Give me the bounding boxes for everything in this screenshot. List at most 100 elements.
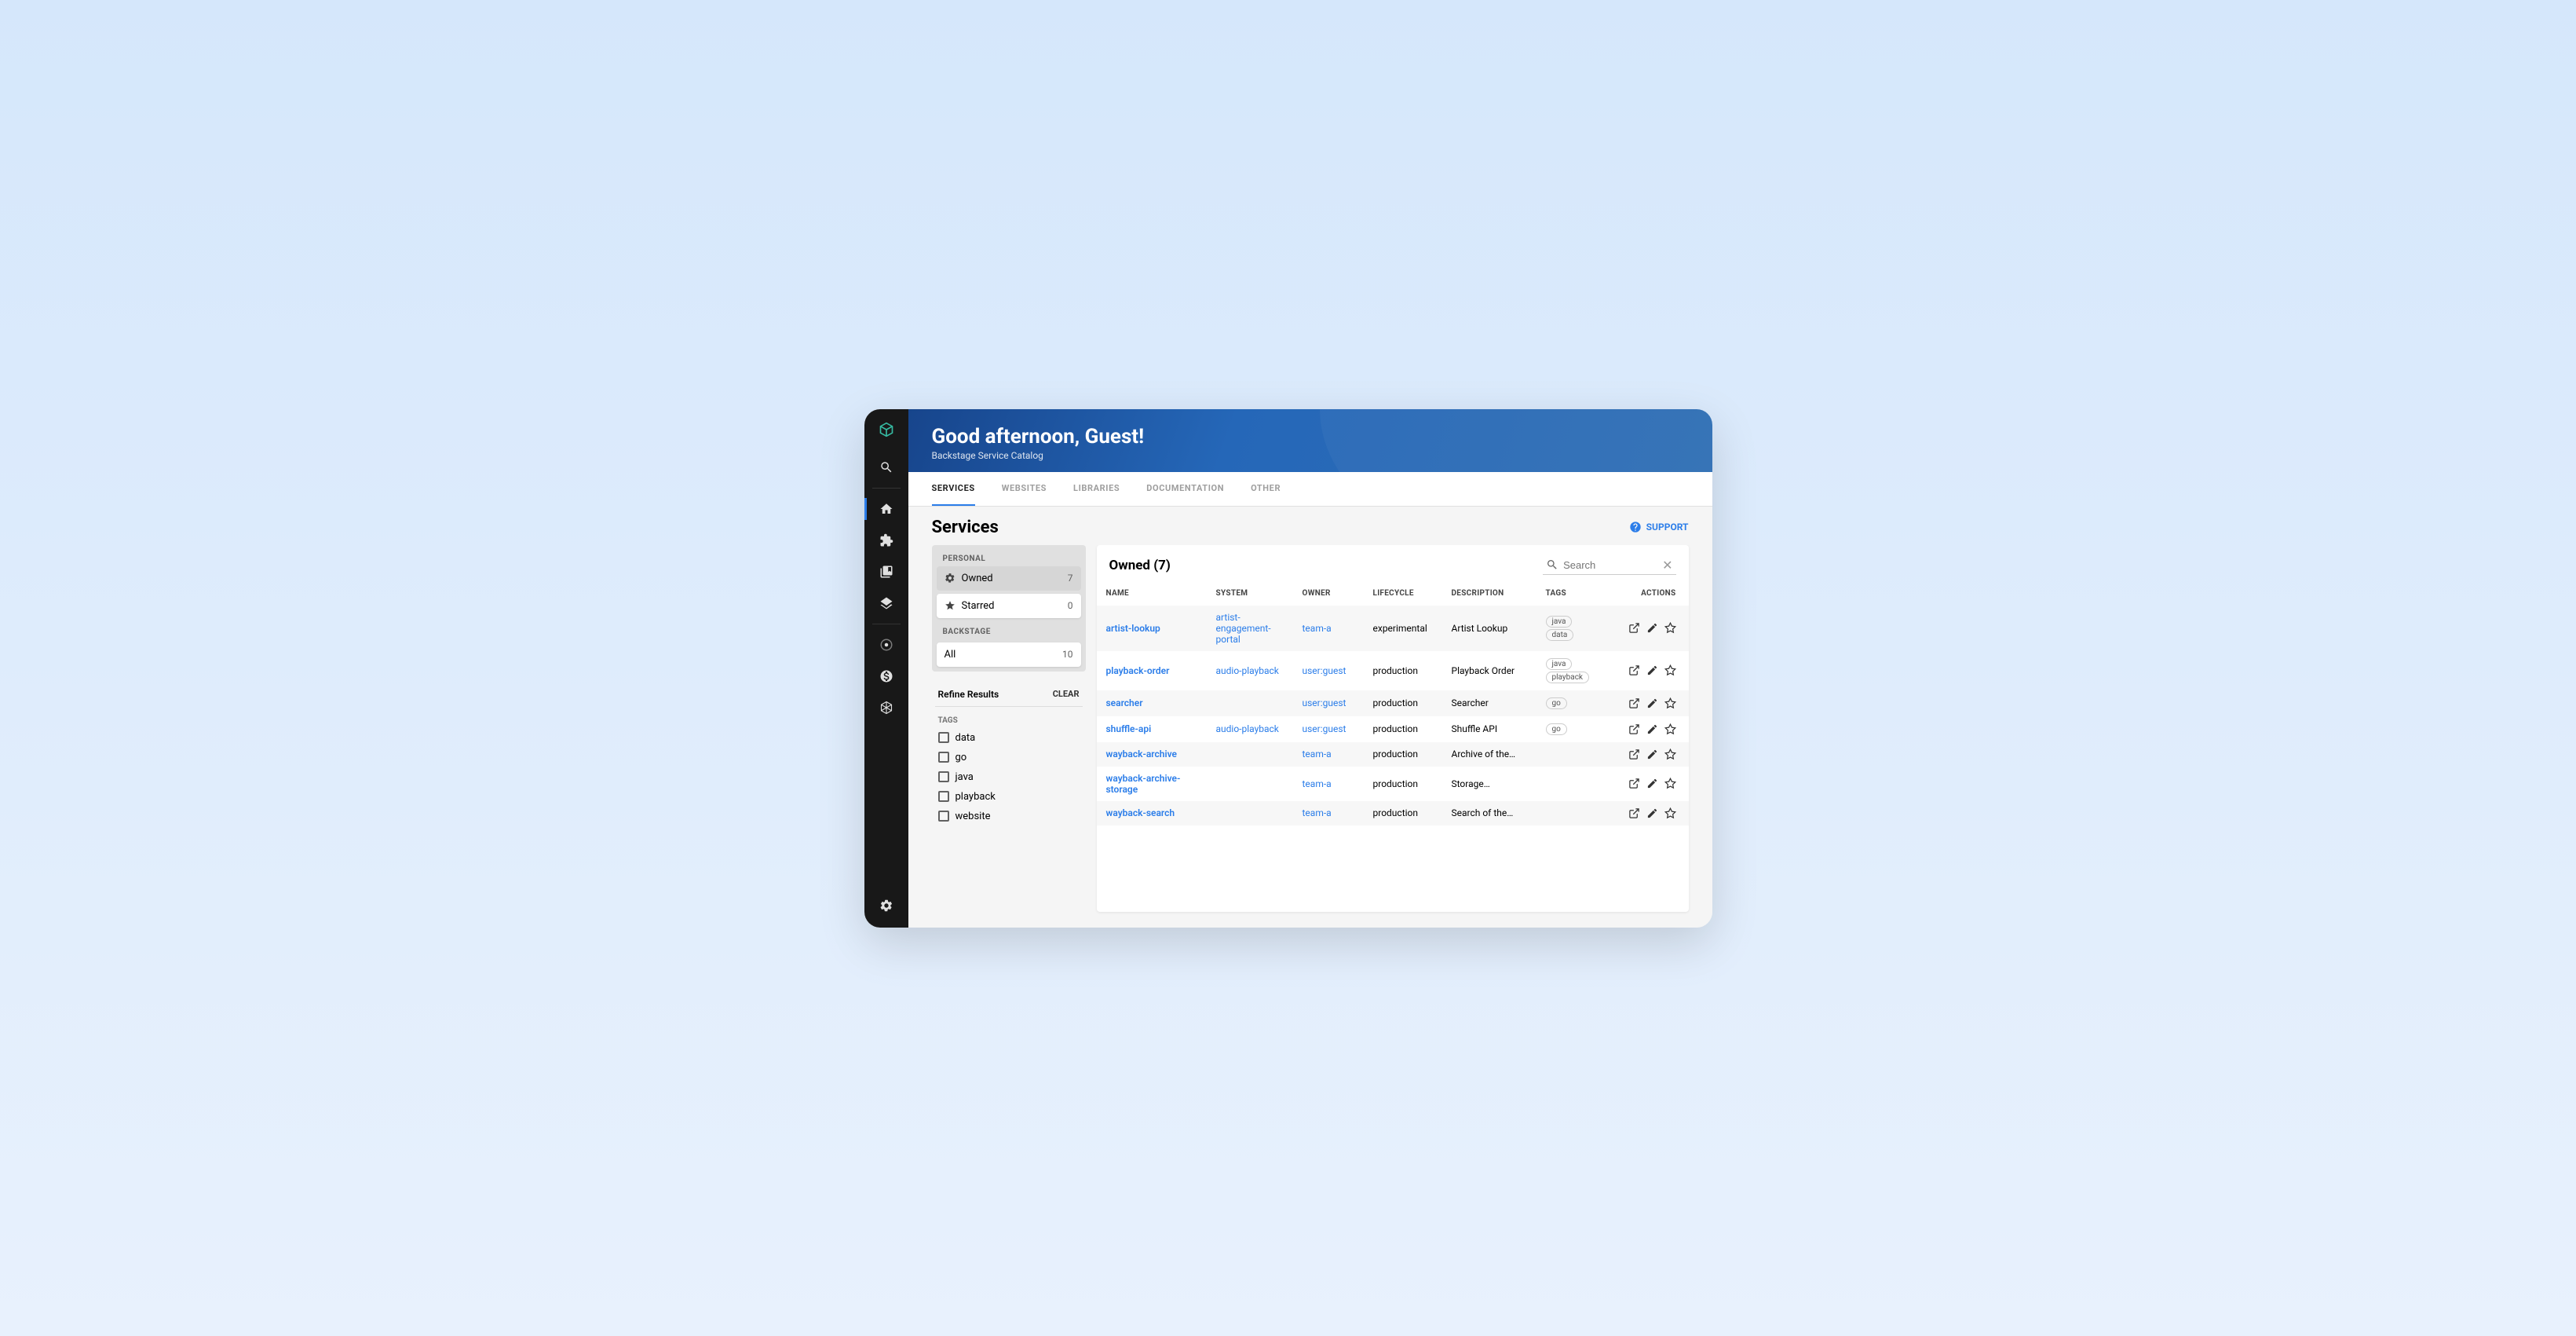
owner-link[interactable]: user:guest (1303, 723, 1346, 734)
table-row: wayback-archiveteam-aproductionArchive o… (1097, 742, 1689, 767)
tag-filter-website[interactable]: website (935, 807, 1083, 826)
settings-icon[interactable] (864, 890, 908, 921)
library-icon[interactable] (864, 556, 908, 587)
edit-icon[interactable] (1646, 697, 1658, 709)
open-icon[interactable] (1628, 622, 1640, 634)
open-icon[interactable] (1628, 807, 1640, 819)
col-description[interactable]: DESCRIPTION (1442, 581, 1536, 606)
star-icon[interactable] (1664, 697, 1676, 709)
owner-link[interactable]: team-a (1303, 807, 1332, 818)
content-header: Services SUPPORT (908, 507, 1712, 545)
extension-icon[interactable] (864, 525, 908, 556)
edit-icon[interactable] (1646, 749, 1658, 760)
lifecycle-value: production (1364, 801, 1442, 825)
support-link[interactable]: SUPPORT (1629, 521, 1689, 533)
star-icon[interactable] (1664, 807, 1676, 819)
main-area: Good afternoon, Guest! Backstage Service… (908, 409, 1712, 928)
tag-pill: java (1546, 658, 1573, 670)
system-link[interactable]: artist-engagement-portal (1216, 612, 1271, 645)
service-name-link[interactable]: searcher (1106, 697, 1143, 708)
col-lifecycle[interactable]: LIFECYCLE (1364, 581, 1442, 606)
edit-icon[interactable] (1646, 664, 1658, 676)
service-name-link[interactable]: artist-lookup (1106, 623, 1160, 634)
page-header: Good afternoon, Guest! Backstage Service… (908, 409, 1712, 472)
actions-cell (1608, 723, 1675, 735)
owner-link[interactable]: team-a (1303, 778, 1332, 789)
clear-button[interactable]: CLEAR (1053, 689, 1080, 699)
star-icon[interactable] (1664, 622, 1676, 634)
owner-link[interactable]: user:guest (1303, 697, 1346, 708)
tab-documentation[interactable]: DOCUMENTATION (1146, 472, 1224, 506)
tag-filter-java[interactable]: java (935, 767, 1083, 787)
tab-other[interactable]: OTHER (1251, 472, 1281, 506)
col-actions: ACTIONS (1599, 581, 1688, 606)
edit-icon[interactable] (1646, 807, 1658, 819)
tag-label: go (955, 752, 967, 763)
table-search[interactable]: ✕ (1543, 556, 1675, 575)
lifecycle-value: production (1364, 651, 1442, 690)
star-icon[interactable] (1664, 778, 1676, 789)
service-name-link[interactable]: wayback-archive (1106, 749, 1177, 760)
search-icon[interactable] (864, 452, 908, 483)
tag-filter-go[interactable]: go (935, 748, 1083, 767)
starred-count: 0 (1068, 600, 1073, 611)
star-icon[interactable] (1664, 723, 1676, 735)
gps-icon[interactable] (864, 629, 908, 661)
owner-link[interactable]: user:guest (1303, 665, 1346, 676)
service-name-link[interactable]: playback-order (1106, 665, 1170, 676)
owner-link[interactable]: team-a (1303, 623, 1332, 634)
open-icon[interactable] (1628, 778, 1640, 789)
table-row: wayback-searchteam-aproductionSearch of … (1097, 801, 1689, 825)
col-tags[interactable]: TAGS (1536, 581, 1599, 606)
owner-link[interactable]: team-a (1303, 749, 1332, 760)
home-icon[interactable] (864, 493, 908, 525)
filter-owned[interactable]: Owned 7 (937, 566, 1081, 591)
greeting-title: Good afternoon, Guest! (932, 425, 1689, 448)
filter-all[interactable]: All 10 (937, 642, 1081, 667)
star-icon[interactable] (1664, 664, 1676, 676)
monetization-icon[interactable] (864, 661, 908, 692)
tab-libraries[interactable]: LIBRARIES (1073, 472, 1120, 506)
system-link[interactable]: audio-playback (1216, 723, 1279, 734)
lifecycle-value: production (1364, 716, 1442, 742)
tag-filter-data[interactable]: data (935, 728, 1083, 748)
search-icon (1546, 558, 1558, 571)
system-link[interactable]: audio-playback (1216, 665, 1279, 676)
lifecycle-value: production (1364, 690, 1442, 716)
open-icon[interactable] (1628, 723, 1640, 735)
owned-count: 7 (1068, 573, 1073, 584)
service-name-link[interactable]: wayback-archive-storage (1106, 773, 1181, 795)
edit-icon[interactable] (1646, 778, 1658, 789)
col-owner[interactable]: OWNER (1293, 581, 1364, 606)
left-panel: PERSONAL Owned 7 Starred (932, 545, 1086, 912)
clear-search-icon[interactable]: ✕ (1662, 558, 1672, 573)
layers-icon[interactable] (864, 587, 908, 619)
col-system[interactable]: SYSTEM (1207, 581, 1293, 606)
graphql-icon[interactable] (864, 692, 908, 723)
table-title: Owned (7) (1109, 558, 1171, 573)
edit-icon[interactable] (1646, 723, 1658, 735)
edit-icon[interactable] (1646, 622, 1658, 634)
search-input[interactable] (1563, 559, 1657, 571)
tag-filter-playback[interactable]: playback (935, 787, 1083, 807)
open-icon[interactable] (1628, 749, 1640, 760)
service-name-link[interactable]: shuffle-api (1106, 723, 1152, 734)
star-icon[interactable] (1664, 749, 1676, 760)
description-value: Playback Order (1442, 651, 1536, 690)
tab-services[interactable]: SERVICES (932, 472, 975, 506)
open-icon[interactable] (1628, 664, 1640, 676)
filter-starred[interactable]: Starred 0 (937, 594, 1081, 618)
star-icon (945, 600, 955, 611)
tag-label: website (955, 811, 991, 822)
description-value: Artist Lookup (1442, 606, 1536, 651)
lifecycle-value: production (1364, 767, 1442, 801)
tab-websites[interactable]: WEBSITES (1002, 472, 1047, 506)
service-name-link[interactable]: wayback-search (1106, 807, 1175, 818)
page-title: Services (932, 518, 999, 537)
tags-cell: go (1536, 690, 1599, 716)
backstage-label: BACKSTAGE (937, 623, 1081, 639)
open-icon[interactable] (1628, 697, 1640, 709)
col-name[interactable]: NAME (1097, 581, 1207, 606)
tags-cell: go (1536, 716, 1599, 742)
divider (872, 488, 901, 489)
